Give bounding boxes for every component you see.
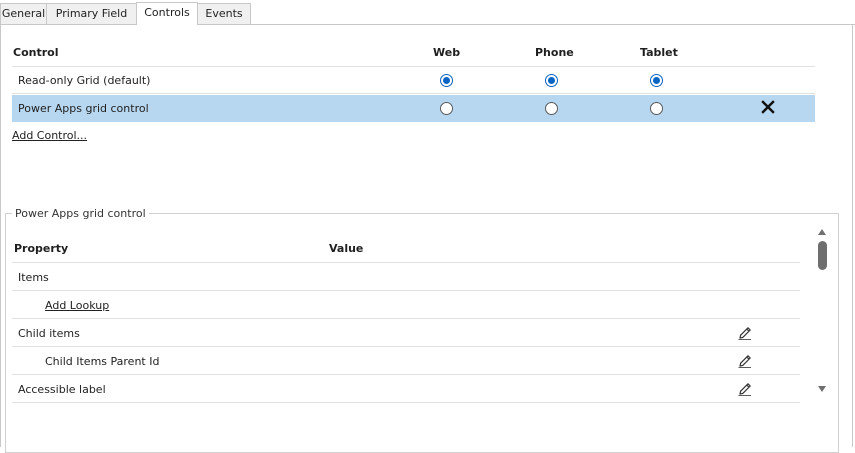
column-header-tablet: Tablet xyxy=(640,46,678,59)
column-header-web: Web xyxy=(433,46,461,59)
column-header-phone: Phone xyxy=(535,46,574,59)
tablet-radio[interactable] xyxy=(650,102,663,115)
column-header-property: Property xyxy=(14,242,69,255)
web-radio[interactable] xyxy=(440,74,453,87)
tab-events[interactable]: Events xyxy=(197,3,251,24)
add-lookup-link[interactable]: Add Lookup xyxy=(45,299,109,312)
tablet-radio[interactable] xyxy=(650,74,663,87)
property-row-items[interactable]: Items xyxy=(12,263,800,291)
control-name: Power Apps grid control xyxy=(18,102,149,115)
tab-controls[interactable]: Controls xyxy=(136,2,198,25)
column-header-value: Value xyxy=(329,242,364,255)
property-label: Items xyxy=(18,271,49,284)
control-row-power-apps-grid[interactable]: Power Apps grid control xyxy=(12,95,815,122)
property-label: Child items xyxy=(18,327,80,340)
column-header-control: Control xyxy=(13,46,59,59)
pencil-icon[interactable] xyxy=(737,353,753,369)
property-row-child-items-parent-id[interactable]: Child Items Parent Id xyxy=(12,347,800,375)
web-radio[interactable] xyxy=(440,102,453,115)
property-label: Child Items Parent Id xyxy=(45,355,160,368)
property-row-child-items[interactable]: Child items xyxy=(12,319,800,347)
phone-radio[interactable] xyxy=(545,74,558,87)
tab-general[interactable]: General xyxy=(0,3,47,24)
control-row-read-only-grid[interactable]: Read-only Grid (default) xyxy=(12,67,815,94)
scroll-up-arrow-icon[interactable] xyxy=(818,229,826,235)
property-row-add-lookup: Add Lookup xyxy=(12,291,800,319)
scroll-down-arrow-icon[interactable] xyxy=(818,386,826,392)
pencil-icon[interactable] xyxy=(737,381,753,397)
tab-bar: General Primary Field Controls Events xyxy=(0,0,855,25)
scrollbar-thumb[interactable] xyxy=(818,241,827,270)
property-label: Accessible label xyxy=(18,383,106,396)
add-control-link[interactable]: Add Control... xyxy=(12,129,87,142)
property-table-header: Property Value xyxy=(12,241,800,263)
property-group-title: Power Apps grid control xyxy=(12,207,149,220)
control-name: Read-only Grid (default) xyxy=(18,74,151,87)
property-row-accessible-label[interactable]: Accessible label xyxy=(12,375,800,403)
controls-table-header: Control Web Phone Tablet xyxy=(12,44,815,67)
tab-primary-field[interactable]: Primary Field xyxy=(46,3,137,24)
pencil-icon[interactable] xyxy=(737,325,753,341)
phone-radio[interactable] xyxy=(545,102,558,115)
close-icon[interactable] xyxy=(761,100,775,114)
